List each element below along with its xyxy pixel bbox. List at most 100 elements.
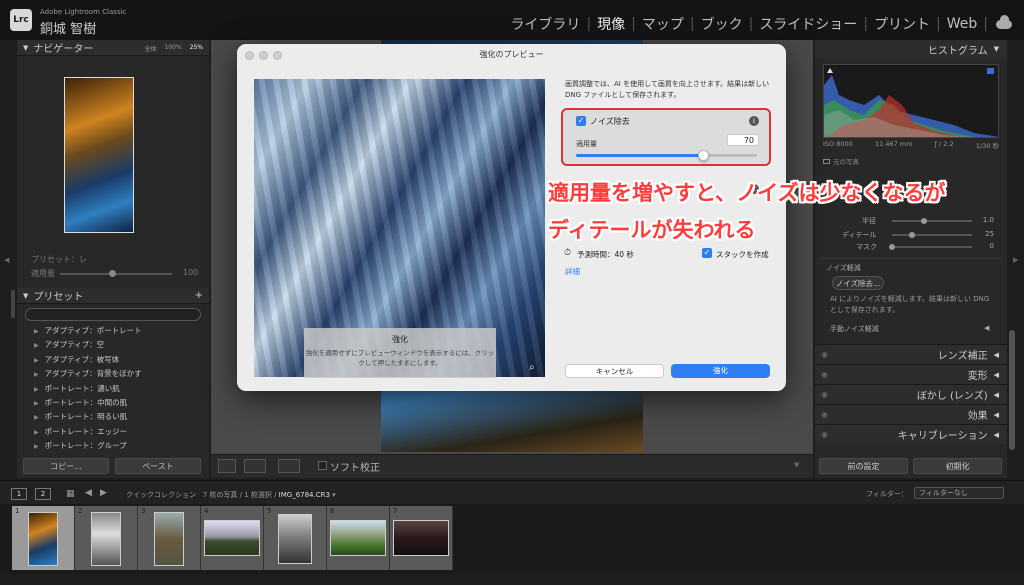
lightroom-logo: Lrc [10,9,32,31]
expand-triangle-icon: ◀ [993,410,999,419]
zoom-100[interactable]: 100% [165,44,182,53]
cloud-icon[interactable] [996,14,1012,29]
mask-knob[interactable] [889,244,895,250]
effects-section[interactable]: ◉ 効果 ◀ [815,404,1007,424]
filmstrip-cell[interactable]: 3 [138,506,201,570]
preset-item[interactable]: ▶ アダプティブ：ポートレート [34,324,204,338]
page-2-button[interactable]: 2 [35,488,51,500]
left-scrollbar[interactable] [11,290,15,318]
module-develop[interactable]: 現像 [591,14,631,34]
filmstrip-cell[interactable]: 6 [327,506,390,570]
paste-button[interactable]: ペースト [115,458,201,474]
back-arrow-icon[interactable]: ◀ [85,488,92,498]
left-panel-toggle-icon[interactable]: ◀ [4,256,9,264]
module-book[interactable]: ブック [695,14,749,34]
denoise-button[interactable]: ノイズ除去... [832,276,884,290]
module-print[interactable]: プリント [868,14,936,34]
detail-slider[interactable]: ディテール 25 [842,230,1000,240]
eye-icon[interactable]: ◉ [821,370,828,379]
module-map[interactable]: マップ [636,14,690,34]
radius-knob[interactable] [921,218,927,224]
preset-item[interactable]: ▶ ポートレート：エッジー [34,425,204,439]
add-preset-icon[interactable]: + [195,290,203,301]
amount-value-field[interactable]: 70 [727,134,759,146]
radius-slider[interactable]: 半径 1.0 [842,216,1000,226]
zoom-25[interactable]: 25% [190,44,203,53]
exif-info: ISO 8000 11.467 mm ƒ / 2.2 1/30 秒 [823,140,999,150]
navigator-preview[interactable] [64,77,134,233]
preset-amount-knob[interactable] [109,270,116,277]
module-web[interactable]: Web [941,16,984,32]
filmstrip-source[interactable]: クイックコレクション 7 枚の写真 / 1 枚選択 / IMG_6784.CR3… [126,490,336,500]
preset-item[interactable]: ▶ アダプティブ：被写体 [34,353,204,367]
preset-item[interactable]: ▶ アダプティブ：空 [34,338,204,352]
histogram-header[interactable]: ヒストグラム ▼ [815,40,1007,58]
histogram-title: ヒストグラム [927,45,988,57]
zoom-window-button[interactable] [273,51,282,60]
filmstrip-cell[interactable]: 5 [264,506,327,570]
expand-triangle-icon[interactable]: ◀ [984,324,989,332]
eye-icon[interactable]: ◉ [821,390,828,399]
amount-slider-knob[interactable] [697,150,709,161]
amount-label: 適用量 [31,269,55,278]
histogram[interactable] [823,64,999,138]
eye-icon[interactable]: ◉ [821,410,828,419]
original-photo-toggle[interactable]: 元の写真 [823,156,859,166]
preset-item[interactable]: ▶ ポートレート：明るい肌 [34,410,204,424]
transform-section[interactable]: ◉ 変形 ◀ [815,364,1007,384]
details-link[interactable]: 詳細 [565,266,580,277]
loupe-view-button[interactable] [218,459,236,473]
filter-select[interactable]: フィルターなし [914,487,1004,499]
copy-button[interactable]: コピー... [23,458,109,474]
denoise-checkbox[interactable]: ✓ [576,116,586,126]
shadow-clipping-icon[interactable] [827,68,833,73]
filmstrip-cell[interactable]: 2 [75,506,138,570]
soft-proof-checkbox[interactable] [318,461,327,470]
eye-icon[interactable]: ◉ [821,350,828,359]
grid-icon[interactable]: ▦ [66,489,76,499]
filmstrip-cell[interactable]: 4 [201,506,264,570]
lens-correction-section[interactable]: ◉ レンズ補正 ◀ [815,344,1007,364]
presets-header[interactable]: ▼ プリセット + [17,288,209,304]
cancel-button[interactable]: キャンセル [565,364,664,378]
yy-view-button[interactable] [278,459,300,473]
preset-item[interactable]: ▶ ポートレート：濃い肌 [34,382,204,396]
toolbar-menu-icon[interactable]: ▼ [794,461,799,469]
module-slideshow[interactable]: スライドショー [753,14,863,34]
expand-triangle-icon: ▶ [34,371,39,379]
filmstrip-cell[interactable]: 7 [390,506,453,570]
highlight-clipping-icon[interactable] [987,68,994,74]
create-stack-checkbox[interactable]: ✓ [702,248,712,258]
magnifier-icon[interactable]: ⌕ [529,362,541,374]
reset-button[interactable]: 初期化 [913,458,1002,474]
detail-knob[interactable] [909,232,915,238]
mask-value: 0 [989,242,994,250]
filmstrip-cell[interactable]: 1 [12,506,75,570]
module-library[interactable]: ライブラリ [504,14,586,34]
previous-settings-button[interactable]: 前の設定 [819,458,908,474]
navigator-header[interactable]: ▼ ナビゲーター 全体 100% 25% [17,40,209,56]
preset-search-input[interactable] [25,308,201,321]
forward-arrow-icon[interactable]: ▶ [100,488,107,498]
manual-noise-reduction[interactable]: 手動ノイズ軽減 [830,324,879,334]
enhance-button[interactable]: 強化 [671,364,770,378]
preset-item[interactable]: ▶ ポートレート：グループ [34,439,204,453]
lens-blur-section[interactable]: ◉ ぼかし (レンズ) ◀ [815,384,1007,404]
minimize-window-button[interactable] [259,51,268,60]
info-icon[interactable]: i [749,116,759,126]
preview-tooltip: 強化 強化を適用せずにプレビューウィンドウを表示するには、クリックして押したまま… [304,328,496,378]
preset-item[interactable]: ▶ アダプティブ：背景をぼかす [34,367,204,381]
mask-slider[interactable]: マスク 0 [842,242,1000,252]
preset-item[interactable]: ▶ ポートレート：中間の肌 [34,396,204,410]
before-after-button[interactable] [244,459,266,473]
page-1-button[interactable]: 1 [11,488,27,500]
calibration-section[interactable]: ◉ キャリブレーション ◀ [815,424,1007,444]
zoom-fit[interactable]: 全体 [144,44,156,53]
eye-icon[interactable]: ◉ [821,430,828,439]
preset-amount-slider[interactable] [60,273,172,275]
photo-thumbnail [278,514,312,564]
right-scrollbar-thumb[interactable] [1009,330,1015,450]
photo-thumbnail [154,512,184,566]
right-panel-toggle-icon[interactable]: ▶ [1013,256,1018,264]
close-window-button[interactable] [245,51,254,60]
